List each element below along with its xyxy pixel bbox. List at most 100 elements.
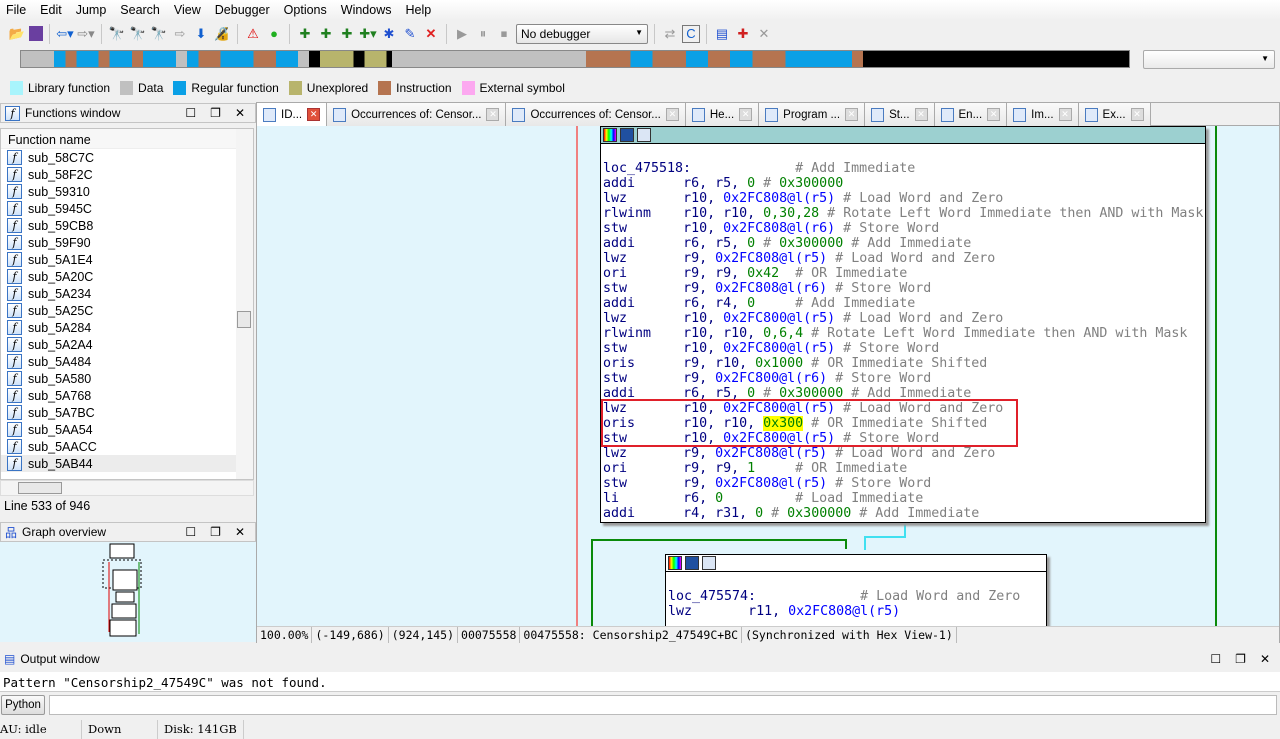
maximize-icon[interactable]: ☐: [185, 525, 196, 539]
search-text-icon[interactable]: 🔭: [129, 25, 147, 43]
navigation-band-select[interactable]: [1143, 50, 1275, 69]
add-breakpoint-icon[interactable]: ✚: [734, 25, 752, 43]
code-line[interactable]: rlwinm r10, r10, 0,6,4 # Rotate Left Wor…: [603, 326, 1205, 341]
function-row[interactable]: f sub_5A234: [1, 285, 236, 302]
make-ascii-icon[interactable]: ✚: [338, 25, 356, 43]
tab-0[interactable]: ID... ✕: [257, 103, 328, 126]
edit-block-icon[interactable]: [685, 556, 699, 570]
function-row[interactable]: f sub_5A484: [1, 353, 236, 370]
code-line[interactable]: lwz r9, 0x2FC808@l(r5) # Load Word and Z…: [603, 446, 1205, 461]
menu-search[interactable]: Search: [114, 3, 168, 17]
code-line[interactable]: stw r9, 0x2FC808@l(r5) # Store Word: [603, 476, 1205, 491]
float-icon[interactable]: ❐: [1235, 652, 1246, 666]
function-row[interactable]: f sub_5A25C: [1, 302, 236, 319]
group-icon[interactable]: [702, 556, 716, 570]
code-line[interactable]: lwz r11, 0x2FC808@l(r5): [668, 604, 1046, 619]
function-row[interactable]: f sub_5A768: [1, 387, 236, 404]
vertical-scrollbar[interactable]: [236, 129, 253, 479]
edit-block-icon[interactable]: [620, 128, 634, 142]
color-icon[interactable]: [668, 556, 682, 570]
tab-close-icon[interactable]: ✕: [307, 108, 321, 121]
menu-edit[interactable]: Edit: [34, 3, 70, 17]
tab-1[interactable]: Occurrences of: Censor... ✕: [327, 103, 507, 126]
close-icon[interactable]: ✕: [235, 106, 245, 120]
maximize-icon[interactable]: ☐: [185, 106, 196, 120]
menu-help[interactable]: Help: [399, 3, 439, 17]
code-line[interactable]: addi r6, r5, 0 # 0x300000: [603, 176, 1205, 191]
tab-close-icon[interactable]: ✕: [987, 108, 1001, 121]
function-row[interactable]: f sub_5A1E4: [1, 251, 236, 268]
function-row[interactable]: f sub_5A580: [1, 370, 236, 387]
make-data-icon[interactable]: ✚: [317, 25, 335, 43]
undefine-icon[interactable]: ✕: [422, 25, 440, 43]
code-line[interactable]: lwz r10, 0x2FC808@l(r5) # Load Word and …: [603, 191, 1205, 206]
function-row[interactable]: f sub_5A284: [1, 319, 236, 336]
code-block-loc-475574[interactable]: loc_475574: # Load Word and Zero lwz r11,…: [665, 554, 1047, 626]
function-row[interactable]: f sub_59CB8: [1, 217, 236, 234]
function-row[interactable]: f sub_5A7BC: [1, 404, 236, 421]
maximize-icon[interactable]: ☐: [1210, 652, 1221, 666]
function-row[interactable]: f sub_58F2C: [1, 166, 236, 183]
python-command-input[interactable]: [49, 695, 1277, 715]
code-line[interactable]: ori r9, r9, 0x42 # OR Immediate: [603, 266, 1205, 281]
attach-icon[interactable]: ⇄: [661, 25, 679, 43]
breakpoint-list-icon[interactable]: ▤: [713, 25, 731, 43]
function-row[interactable]: f sub_5AA54: [1, 421, 236, 438]
play-icon[interactable]: ▶: [453, 25, 471, 43]
debugger-select[interactable]: No debugger: [516, 23, 648, 44]
menu-jump[interactable]: Jump: [70, 3, 115, 17]
tab-5[interactable]: St... ✕: [865, 103, 935, 126]
navigation-band[interactable]: [20, 50, 1130, 68]
tab-close-icon[interactable]: ✕: [486, 108, 500, 121]
menu-windows[interactable]: Windows: [335, 3, 400, 17]
function-row[interactable]: f sub_5945C: [1, 200, 236, 217]
code-line[interactable]: stw r9, 0x2FC808@l(r6) # Store Word: [603, 281, 1205, 296]
float-icon[interactable]: ❐: [210, 106, 221, 120]
close-icon[interactable]: ✕: [1260, 652, 1270, 666]
close-icon[interactable]: ✕: [235, 525, 245, 539]
function-row[interactable]: f sub_5AB44: [1, 455, 236, 472]
lock-icon[interactable]: 🔏: [213, 25, 231, 43]
function-row[interactable]: f sub_59F90: [1, 234, 236, 251]
tab-close-icon[interactable]: ✕: [665, 108, 679, 121]
tab-7[interactable]: Im... ✕: [1007, 103, 1079, 126]
code-line[interactable]: lwz r9, 0x2FC808@l(r5) # Load Word and Z…: [603, 251, 1205, 266]
function-row[interactable]: f sub_5A20C: [1, 268, 236, 285]
code-line[interactable]: addi r6, r4, 0 # Add Immediate: [603, 296, 1205, 311]
code-line[interactable]: rlwinm r10, r10, 0,30,28 # Rotate Left W…: [603, 206, 1205, 221]
code-line[interactable]: stw r10, 0x2FC808@l(r6) # Store Word: [603, 221, 1205, 236]
menu-file[interactable]: File: [0, 3, 34, 17]
pause-icon[interactable]: ⏸: [474, 25, 492, 43]
make-array-icon[interactable]: ✱: [380, 25, 398, 43]
function-row[interactable]: f sub_5A2A4: [1, 336, 236, 353]
warning-icon[interactable]: ⚠: [244, 25, 262, 43]
open-icon[interactable]: 📂: [8, 25, 26, 43]
tab-4[interactable]: Program ... ✕: [759, 103, 866, 126]
jump-down-icon[interactable]: ⬇: [192, 25, 210, 43]
code-line[interactable]: oris r9, r10, 0x1000 # OR Immediate Shif…: [603, 356, 1205, 371]
tab-close-icon[interactable]: ✕: [739, 108, 753, 121]
code-line[interactable]: li r6, 0 # Load Immediate: [603, 491, 1205, 506]
scroll-thumb[interactable]: [18, 482, 62, 494]
make-code-icon[interactable]: ✚: [296, 25, 314, 43]
menu-debugger[interactable]: Debugger: [209, 3, 278, 17]
scroll-thumb[interactable]: [237, 311, 251, 328]
edit-icon[interactable]: ✎: [401, 25, 419, 43]
tab-6[interactable]: En... ✕: [934, 103, 1008, 126]
code-line[interactable]: lwz r10, 0x2FC800@l(r5) # Load Word and …: [603, 311, 1205, 326]
menu-view[interactable]: View: [168, 3, 209, 17]
tab-close-icon[interactable]: ✕: [1058, 108, 1072, 121]
forward-icon[interactable]: ⇨▾: [77, 25, 95, 43]
save-icon[interactable]: [29, 26, 43, 41]
code-block-loc-475518[interactable]: loc_475518: # Add Immediate addi r6, r5, …: [600, 126, 1206, 523]
code-line[interactable]: addi r4, r31, 0 # 0x300000 # Add Immedia…: [603, 506, 1205, 521]
code-line[interactable]: addi r6, r5, 0 # 0x300000 # Add Immediat…: [603, 236, 1205, 251]
tab-3[interactable]: He... ✕: [685, 103, 760, 126]
column-header-function-name[interactable]: Function name: [1, 129, 253, 149]
code-line[interactable]: loc_475518: # Add Immediate: [603, 161, 1205, 176]
back-icon[interactable]: ⇦▾: [56, 25, 74, 43]
code-line[interactable]: loc_475574: # Load Word and Zero: [668, 589, 1046, 604]
horizontal-scrollbar[interactable]: [0, 480, 254, 496]
search-next-icon[interactable]: ⇨: [171, 25, 189, 43]
run-icon[interactable]: C: [682, 24, 700, 43]
